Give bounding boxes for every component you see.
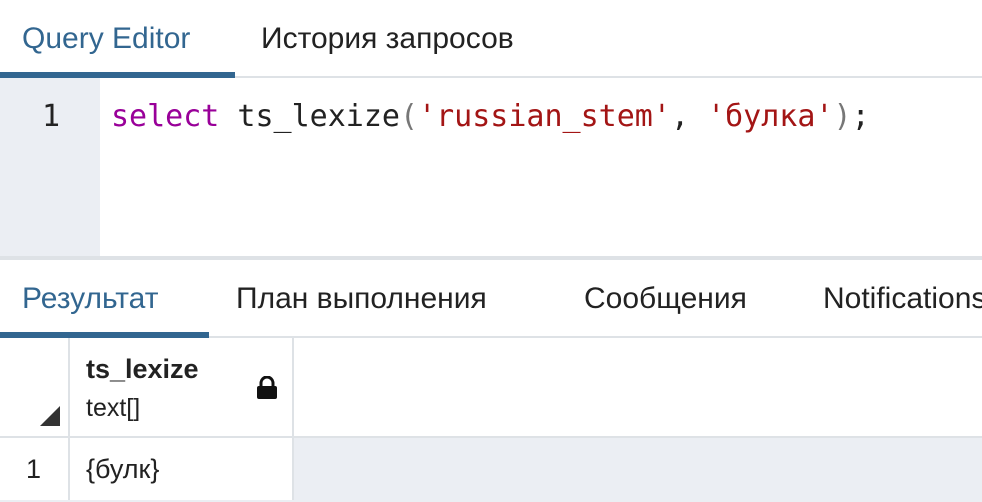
semicolon: ; <box>851 99 870 134</box>
tab-label: Query Editor <box>22 22 191 55</box>
string-arg: 'russian_stem' <box>418 99 671 134</box>
line-number: 1 <box>41 99 60 134</box>
line-number-gutter: 1 <box>0 78 100 258</box>
query-editor[interactable]: 1 select ts_lexize('russian_stem', 'булк… <box>0 78 982 258</box>
result-tab-bar: Результат План выполнения Сообщения Noti… <box>0 260 982 338</box>
tab-label: Сообщения <box>584 282 747 315</box>
row-number[interactable]: 1 <box>0 438 70 500</box>
select-all-cell[interactable] <box>0 338 70 438</box>
close-paren: ) <box>833 99 852 134</box>
tab-query-history[interactable]: История запросов <box>261 0 514 78</box>
tab-messages[interactable]: Сообщения <box>584 260 747 338</box>
comma: , <box>670 99 708 134</box>
column-header[interactable]: ts_lexize text[] <box>70 338 294 438</box>
tab-query-editor[interactable]: Query Editor <box>22 0 190 78</box>
editor-tab-bar: Query Editor История запросов <box>0 0 982 78</box>
tab-notifications[interactable]: Notifications <box>823 260 982 338</box>
results-grid: ts_lexize text[] 1 {булк} <box>0 338 982 502</box>
column-type: text[] <box>86 394 141 422</box>
sql-keyword: select <box>111 99 220 134</box>
tab-label: План выполнения <box>236 282 487 315</box>
code-line[interactable]: select ts_lexize('russian_stem', 'булка'… <box>111 98 870 136</box>
tab-results[interactable]: Результат <box>22 260 158 338</box>
tab-label: Notifications <box>823 282 982 315</box>
open-paren: ( <box>400 99 419 134</box>
column-name: ts_lexize <box>86 354 199 384</box>
function-name: ts_lexize <box>219 99 400 134</box>
select-all-icon <box>40 406 60 426</box>
header-filler <box>294 338 982 438</box>
tab-explain-plan[interactable]: План выполнения <box>236 260 487 338</box>
table-cell[interactable]: {булк} <box>70 438 294 500</box>
string-arg: 'булка' <box>707 99 834 134</box>
lock-icon <box>257 376 277 399</box>
tab-label: Результат <box>22 282 159 315</box>
tab-label: История запросов <box>261 22 514 55</box>
